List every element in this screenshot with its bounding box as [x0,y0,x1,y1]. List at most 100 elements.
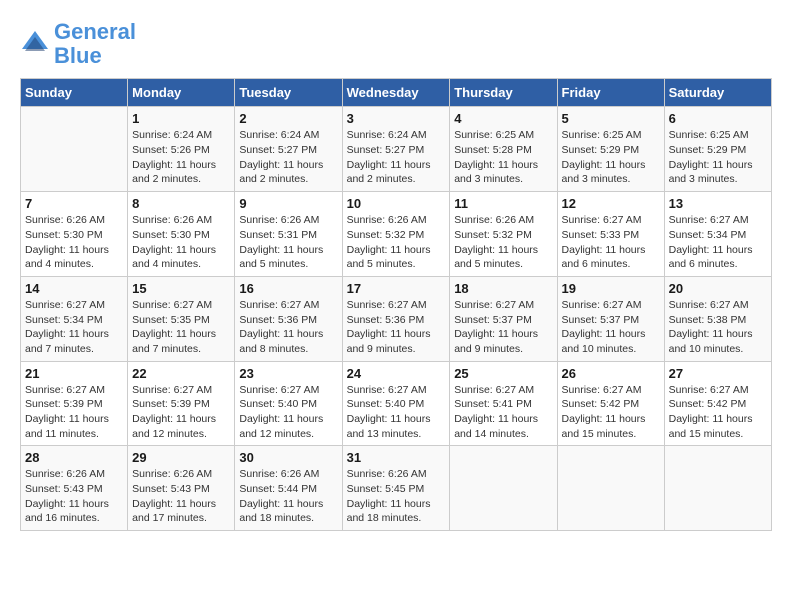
day-info: Sunrise: 6:27 AM Sunset: 5:42 PM Dayligh… [562,383,660,442]
day-number: 11 [454,196,552,211]
calendar-cell: 12 Sunrise: 6:27 AM Sunset: 5:33 PM Dayli… [557,192,664,277]
day-number: 20 [669,281,767,296]
day-number: 28 [25,450,123,465]
day-info: Sunrise: 6:27 AM Sunset: 5:33 PM Dayligh… [562,213,660,272]
day-number: 12 [562,196,660,211]
calendar-cell: 18 Sunrise: 6:27 AM Sunset: 5:37 PM Dayli… [450,276,557,361]
day-info: Sunrise: 6:27 AM Sunset: 5:34 PM Dayligh… [669,213,767,272]
calendar-week-row: 1Sunrise: 6:24 AM Sunset: 5:26 PM Daylig… [21,107,772,192]
calendar-cell: 22 Sunrise: 6:27 AM Sunset: 5:39 PM Dayli… [128,361,235,446]
day-info: Sunrise: 6:25 AM Sunset: 5:28 PM Dayligh… [454,128,552,187]
day-info: Sunrise: 6:27 AM Sunset: 5:38 PM Dayligh… [669,298,767,357]
weekday-header: Thursday [450,79,557,107]
calendar-cell [21,107,128,192]
day-info: Sunrise: 6:27 AM Sunset: 5:37 PM Dayligh… [454,298,552,357]
day-number: 27 [669,366,767,381]
day-number: 5 [562,111,660,126]
day-info: Sunrise: 6:26 AM Sunset: 5:30 PM Dayligh… [25,213,123,272]
weekday-header: Saturday [664,79,771,107]
day-info: Sunrise: 6:27 AM Sunset: 5:36 PM Dayligh… [347,298,446,357]
weekday-header: Sunday [21,79,128,107]
day-number: 4 [454,111,552,126]
calendar-cell: 5Sunrise: 6:25 AM Sunset: 5:29 PM Daylig… [557,107,664,192]
calendar-cell: 25Sunrise: 6:27 AM Sunset: 5:41 PM Dayli… [450,361,557,446]
calendar-week-row: 14 Sunrise: 6:27 AM Sunset: 5:34 PM Dayli… [21,276,772,361]
day-info: Sunrise: 6:27 AM Sunset: 5:42 PM Dayligh… [669,383,767,442]
day-number: 21 [25,366,123,381]
calendar-cell: 21 Sunrise: 6:27 AM Sunset: 5:39 PM Dayli… [21,361,128,446]
logo: General Blue [20,20,136,68]
calendar-cell: 30 Sunrise: 6:26 AM Sunset: 5:44 PM Dayli… [235,446,342,531]
calendar-cell [557,446,664,531]
calendar-cell: 20 Sunrise: 6:27 AM Sunset: 5:38 PM Dayli… [664,276,771,361]
day-number: 24 [347,366,446,381]
logo-icon [20,29,50,59]
day-info: Sunrise: 6:26 AM Sunset: 5:45 PM Dayligh… [347,467,446,526]
day-info: Sunrise: 6:26 AM Sunset: 5:32 PM Dayligh… [454,213,552,272]
calendar-cell: 8 Sunrise: 6:26 AM Sunset: 5:30 PM Daylig… [128,192,235,277]
calendar-cell: 26 Sunrise: 6:27 AM Sunset: 5:42 PM Dayli… [557,361,664,446]
day-info: Sunrise: 6:24 AM Sunset: 5:27 PM Dayligh… [239,128,337,187]
day-info: Sunrise: 6:27 AM Sunset: 5:40 PM Dayligh… [347,383,446,442]
day-info: Sunrise: 6:26 AM Sunset: 5:43 PM Dayligh… [25,467,123,526]
calendar-cell: 4 Sunrise: 6:25 AM Sunset: 5:28 PM Daylig… [450,107,557,192]
page-header: General Blue [20,20,772,68]
calendar-cell: 24 Sunrise: 6:27 AM Sunset: 5:40 PM Dayli… [342,361,450,446]
day-info: Sunrise: 6:27 AM Sunset: 5:34 PM Dayligh… [25,298,123,357]
calendar-cell: 6Sunrise: 6:25 AM Sunset: 5:29 PM Daylig… [664,107,771,192]
calendar-cell [664,446,771,531]
weekday-header: Monday [128,79,235,107]
day-number: 8 [132,196,230,211]
calendar-cell: 14 Sunrise: 6:27 AM Sunset: 5:34 PM Dayli… [21,276,128,361]
day-number: 29 [132,450,230,465]
day-number: 13 [669,196,767,211]
day-info: Sunrise: 6:27 AM Sunset: 5:40 PM Dayligh… [239,383,337,442]
calendar-cell: 31 Sunrise: 6:26 AM Sunset: 5:45 PM Dayli… [342,446,450,531]
calendar-cell: 16 Sunrise: 6:27 AM Sunset: 5:36 PM Dayli… [235,276,342,361]
day-info: Sunrise: 6:27 AM Sunset: 5:39 PM Dayligh… [132,383,230,442]
calendar-cell: 2 Sunrise: 6:24 AM Sunset: 5:27 PM Daylig… [235,107,342,192]
day-number: 3 [347,111,446,126]
calendar-header-row: SundayMondayTuesdayWednesdayThursdayFrid… [21,79,772,107]
day-number: 1 [132,111,230,126]
calendar-cell: 1Sunrise: 6:24 AM Sunset: 5:26 PM Daylig… [128,107,235,192]
weekday-header: Friday [557,79,664,107]
day-info: Sunrise: 6:27 AM Sunset: 5:35 PM Dayligh… [132,298,230,357]
day-info: Sunrise: 6:26 AM Sunset: 5:30 PM Dayligh… [132,213,230,272]
day-info: Sunrise: 6:27 AM Sunset: 5:39 PM Dayligh… [25,383,123,442]
day-number: 26 [562,366,660,381]
day-number: 10 [347,196,446,211]
day-info: Sunrise: 6:26 AM Sunset: 5:44 PM Dayligh… [239,467,337,526]
day-number: 15 [132,281,230,296]
day-number: 25 [454,366,552,381]
day-info: Sunrise: 6:26 AM Sunset: 5:31 PM Dayligh… [239,213,337,272]
calendar-cell: 27 Sunrise: 6:27 AM Sunset: 5:42 PM Dayli… [664,361,771,446]
calendar-cell [450,446,557,531]
day-number: 16 [239,281,337,296]
day-number: 22 [132,366,230,381]
day-info: Sunrise: 6:27 AM Sunset: 5:37 PM Dayligh… [562,298,660,357]
day-number: 17 [347,281,446,296]
calendar-cell: 13 Sunrise: 6:27 AM Sunset: 5:34 PM Dayli… [664,192,771,277]
weekday-header: Wednesday [342,79,450,107]
day-number: 9 [239,196,337,211]
day-number: 14 [25,281,123,296]
weekday-header: Tuesday [235,79,342,107]
day-info: Sunrise: 6:27 AM Sunset: 5:36 PM Dayligh… [239,298,337,357]
day-number: 31 [347,450,446,465]
calendar-body: 1Sunrise: 6:24 AM Sunset: 5:26 PM Daylig… [21,107,772,531]
day-number: 18 [454,281,552,296]
day-number: 23 [239,366,337,381]
day-info: Sunrise: 6:25 AM Sunset: 5:29 PM Dayligh… [669,128,767,187]
calendar-week-row: 28 Sunrise: 6:26 AM Sunset: 5:43 PM Dayli… [21,446,772,531]
calendar-header: SundayMondayTuesdayWednesdayThursdayFrid… [21,79,772,107]
day-number: 7 [25,196,123,211]
day-number: 19 [562,281,660,296]
calendar-cell: 15 Sunrise: 6:27 AM Sunset: 5:35 PM Dayli… [128,276,235,361]
calendar-cell: 23 Sunrise: 6:27 AM Sunset: 5:40 PM Dayli… [235,361,342,446]
day-number: 30 [239,450,337,465]
calendar-table: SundayMondayTuesdayWednesdayThursdayFrid… [20,78,772,531]
day-info: Sunrise: 6:26 AM Sunset: 5:32 PM Dayligh… [347,213,446,272]
day-number: 2 [239,111,337,126]
calendar-cell: 19 Sunrise: 6:27 AM Sunset: 5:37 PM Dayli… [557,276,664,361]
